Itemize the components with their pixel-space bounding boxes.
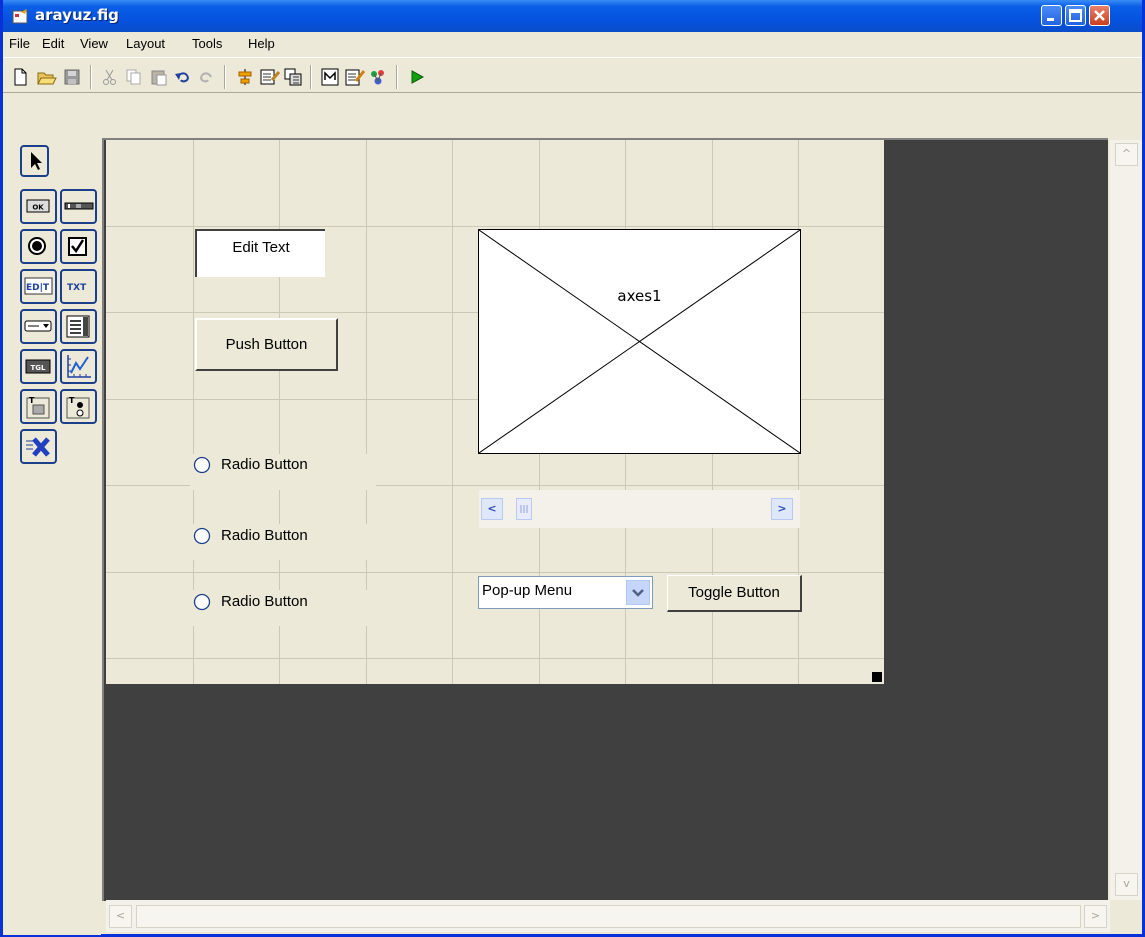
object-browser-icon[interactable] — [369, 68, 387, 86]
horizontal-scroll-thumb[interactable] — [136, 905, 1081, 928]
copy-icon[interactable] — [125, 68, 143, 86]
undo-icon[interactable] — [174, 68, 192, 86]
popup-menu-value: Pop-up Menu — [482, 582, 573, 599]
svg-text:ED|T: ED|T — [26, 283, 50, 293]
grid-line — [106, 572, 884, 573]
grid-line — [452, 140, 453, 684]
radio-button-3[interactable]: Radio Button — [190, 590, 376, 626]
radio-button-label: Radio Button — [221, 593, 308, 610]
scroll-left-arrow-icon[interactable]: < — [109, 905, 132, 928]
slider-thumb[interactable] — [516, 498, 532, 520]
component-palette: OK ED|T TXT TGL T T — [3, 140, 101, 935]
menu-tools[interactable]: Tools — [192, 36, 222, 51]
push-button[interactable]: Push Button — [195, 318, 338, 371]
axes-label: axes1 — [617, 287, 662, 305]
slider-right-arrow-icon[interactable]: > — [771, 498, 793, 520]
radio-button-tool-icon[interactable] — [20, 229, 57, 264]
toolbar-separator — [224, 65, 226, 89]
svg-text:TGL: TGL — [31, 364, 47, 372]
push-button-tool-icon[interactable]: OK — [20, 189, 57, 224]
svg-text:T: T — [69, 396, 75, 405]
close-button[interactable] — [1089, 5, 1110, 26]
align-objects-icon[interactable] — [236, 68, 254, 86]
toggle-button-tool-icon[interactable]: TGL — [20, 349, 57, 384]
edit-text-tool-icon[interactable]: ED|T — [20, 269, 57, 304]
axes-cross — [479, 230, 800, 453]
button-group-tool-icon[interactable]: T — [60, 389, 97, 424]
panel-tool-icon[interactable]: T — [20, 389, 57, 424]
menu-edit[interactable]: Edit — [42, 36, 64, 51]
toolbar — [3, 57, 1142, 93]
grid-line — [106, 226, 884, 227]
window-title: arayuz.fig — [35, 6, 119, 24]
figure-canvas[interactable]: Edit Text Push Button Radio Button Radio… — [106, 140, 884, 684]
popup-menu-tool-icon[interactable] — [20, 309, 57, 344]
menu-help[interactable]: Help — [248, 36, 275, 51]
toolbar-separator — [396, 65, 398, 89]
radio-button-label: Radio Button — [221, 456, 308, 473]
toolbar-separator — [310, 65, 312, 89]
radio-circle-icon — [193, 593, 211, 611]
radio-button-1[interactable]: Radio Button — [190, 454, 376, 490]
radio-circle-icon — [193, 527, 211, 545]
property-inspector-icon[interactable] — [345, 68, 366, 86]
radio-button-2[interactable]: Radio Button — [190, 524, 376, 560]
axes-tool-icon[interactable] — [60, 349, 97, 384]
horizontal-scrollbar[interactable]: < > — [106, 900, 1110, 932]
activex-tool-icon[interactable] — [20, 429, 57, 464]
maximize-button[interactable] — [1065, 5, 1086, 26]
listbox-tool-icon[interactable] — [60, 309, 97, 344]
slider[interactable]: < > — [479, 490, 800, 528]
minimize-button[interactable] — [1041, 5, 1062, 26]
run-icon[interactable] — [408, 68, 426, 86]
open-folder-icon[interactable] — [37, 68, 57, 86]
slider-tool-icon[interactable] — [60, 189, 97, 224]
edit-text-value: Edit Text — [232, 239, 290, 256]
grid-line — [106, 658, 884, 659]
guide-window: arayuz.fig File Edit View Layout Tools H… — [0, 0, 1145, 937]
resize-handle[interactable] — [872, 672, 882, 682]
title-bar[interactable]: arayuz.fig — [3, 0, 1142, 32]
toggle-button-label: Toggle Button — [688, 584, 780, 601]
tab-order-editor-icon[interactable] — [284, 68, 302, 86]
vertical-scrollbar[interactable]: ^ v — [1110, 140, 1142, 900]
menu-layout[interactable]: Layout — [126, 36, 165, 51]
svg-text:OK: OK — [32, 204, 44, 212]
toggle-button[interactable]: Toggle Button — [667, 575, 802, 612]
cut-icon[interactable] — [101, 68, 119, 86]
save-icon[interactable] — [63, 68, 81, 86]
new-file-icon[interactable] — [11, 68, 29, 86]
popup-menu[interactable]: Pop-up Menu — [478, 576, 653, 609]
radio-button-label: Radio Button — [221, 527, 308, 544]
paste-icon[interactable] — [150, 68, 168, 86]
redo-icon[interactable] — [197, 68, 215, 86]
chevron-down-icon[interactable] — [626, 580, 650, 605]
menu-file[interactable]: File — [9, 36, 30, 51]
slider-left-arrow-icon[interactable]: < — [481, 498, 503, 520]
menu-view[interactable]: View — [80, 36, 108, 51]
edit-text-field[interactable]: Edit Text — [195, 229, 325, 277]
push-button-label: Push Button — [225, 336, 308, 353]
toolbar-separator — [90, 65, 92, 89]
select-icon[interactable] — [20, 145, 49, 177]
axes-placeholder[interactable]: axes1 — [478, 229, 801, 454]
menu-bar: File Edit View Layout Tools Help — [3, 32, 1142, 56]
m-file-editor-icon[interactable] — [321, 68, 339, 86]
scroll-right-arrow-icon[interactable]: > — [1084, 905, 1107, 928]
svg-text:TXT: TXT — [67, 283, 87, 293]
scroll-up-arrow-icon[interactable]: ^ — [1115, 143, 1138, 166]
menu-editor-icon[interactable] — [260, 68, 281, 86]
figure-icon — [12, 8, 28, 24]
checkbox-tool-icon[interactable] — [60, 229, 97, 264]
radio-circle-icon — [193, 456, 211, 474]
static-text-tool-icon[interactable]: TXT — [60, 269, 97, 304]
svg-text:T: T — [29, 396, 35, 405]
scroll-down-arrow-icon[interactable]: v — [1115, 873, 1138, 896]
